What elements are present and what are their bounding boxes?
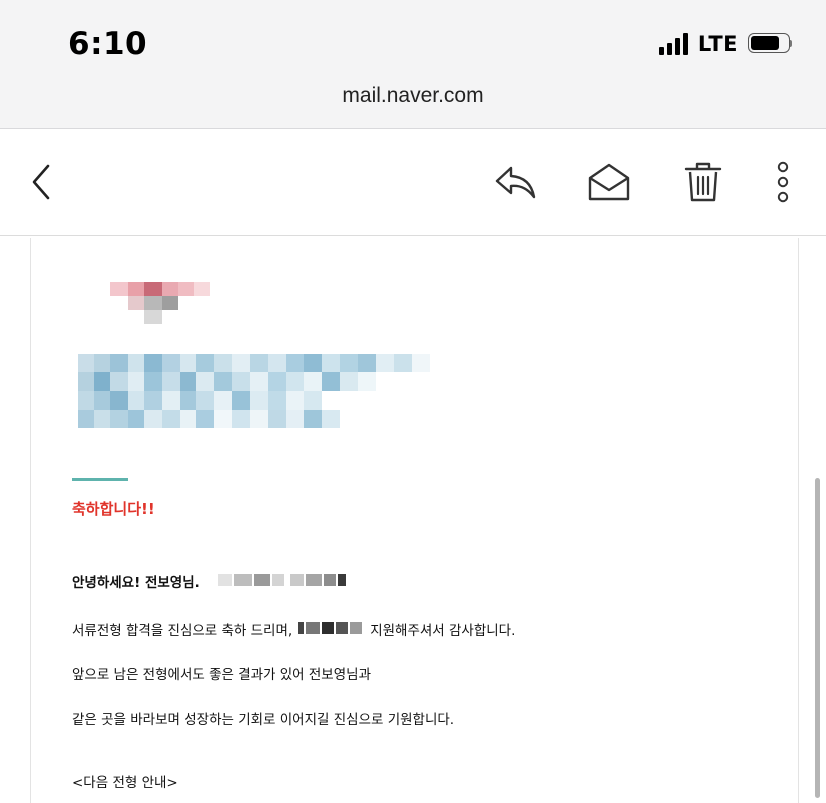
redacted-text-greeting [218, 574, 346, 586]
trash-icon [684, 162, 722, 202]
redacted-logo [110, 282, 210, 324]
back-button[interactable] [16, 157, 66, 207]
chevron-left-icon [32, 164, 50, 200]
next-step-heading: <다음 전형 안내> [72, 775, 178, 791]
reply-icon [495, 166, 536, 199]
network-label: LTE [697, 32, 738, 56]
status-indicators: LTE [658, 30, 792, 58]
redacted-text-company [298, 622, 364, 634]
scrollbar-thumb[interactable] [815, 478, 820, 798]
body-line-2: 앞으로 남은 전형에서도 좋은 결과가 있어 전보영님과 [72, 667, 371, 683]
delete-button[interactable] [678, 157, 728, 207]
body-line-3: 같은 곳을 바라보며 성장하는 기회로 이어지길 진심으로 기원합니다. [72, 712, 455, 728]
mark-unread-button[interactable] [583, 157, 635, 207]
congrats-heading: 축하합니다!! [72, 500, 155, 518]
browser-chrome: 6:10 LTE mail.naver.com [0, 0, 826, 129]
signal-icon [658, 33, 688, 55]
more-vertical-icon [777, 161, 789, 203]
reply-button[interactable] [489, 157, 543, 207]
status-time: 6:10 [68, 26, 148, 62]
body-line-1: 서류전형 합격을 진심으로 축하 드리며, 지원해주셔서 감사합니다. [72, 623, 516, 639]
more-button[interactable] [758, 157, 808, 207]
mail-toolbar [0, 129, 826, 236]
battery-icon [748, 33, 792, 55]
redacted-banner [78, 354, 430, 428]
accent-divider [72, 478, 128, 481]
url-bar[interactable]: mail.naver.com [0, 84, 826, 108]
envelope-open-icon [588, 163, 630, 201]
greeting-text: 안녕하세요! 전보영님. [72, 575, 200, 591]
